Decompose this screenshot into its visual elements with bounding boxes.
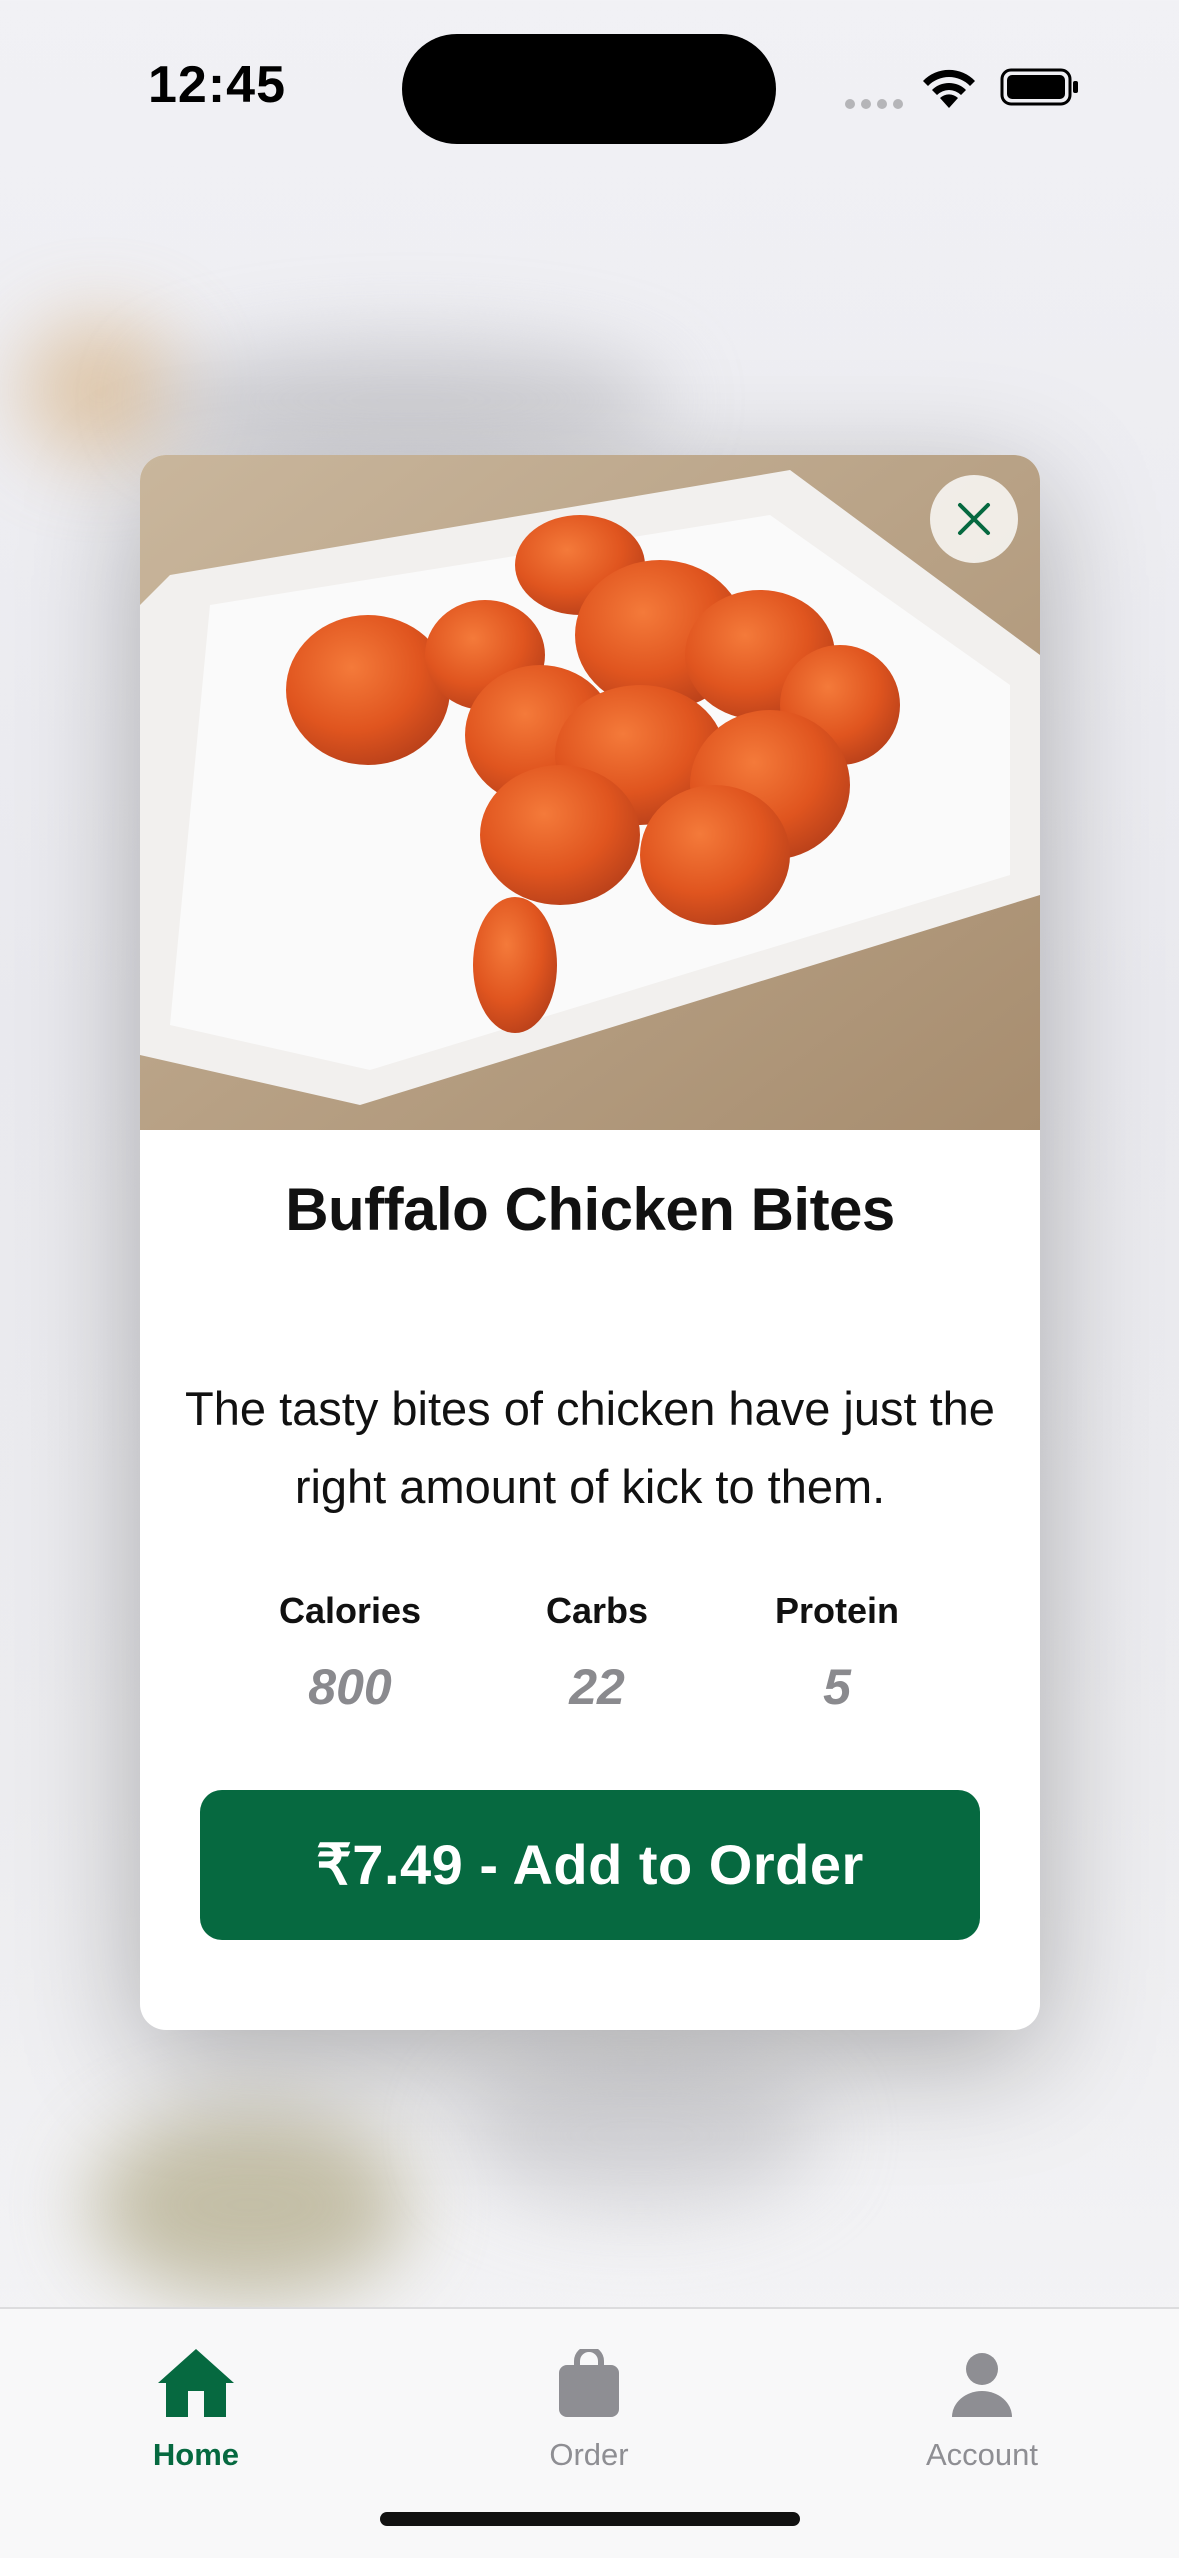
item-detail-modal: Buffalo Chicken Bites The tasty bites of…: [140, 455, 1040, 2030]
nutrition-carbs: Carbs 22: [477, 1590, 717, 1716]
status-time: 12:45: [148, 56, 286, 114]
add-to-order-button[interactable]: ₹7.49 - Add to Order: [200, 1790, 980, 1940]
nutrition-label: Protein: [774, 1590, 899, 1631]
tab-account[interactable]: Account: [872, 2329, 1092, 2473]
dynamic-island: [402, 34, 776, 144]
nutrition-value: 5: [823, 1659, 851, 1715]
close-button[interactable]: [930, 475, 1018, 563]
battery-icon: [1000, 68, 1078, 106]
tab-order[interactable]: Order: [479, 2329, 699, 2473]
bag-icon: [559, 2349, 619, 2417]
nutrition-label: Carbs: [545, 1590, 649, 1631]
nutrition-value: 22: [569, 1659, 625, 1715]
nutrition-value: 800: [308, 1659, 392, 1715]
close-icon: [958, 503, 990, 535]
item-photo: [140, 455, 1040, 1130]
home-icon: [158, 2349, 234, 2417]
cellular-signal-icon: [845, 96, 909, 114]
background-blur: [90, 2110, 410, 2300]
nutrition-facts: Calories 800 Carbs 22 Protein 5: [140, 1590, 1040, 1740]
tab-label: Account: [925, 2437, 1038, 2472]
status-bar: 12:45: [0, 0, 1179, 170]
nutrition-protein: Protein 5: [717, 1590, 957, 1716]
tab-label: Order: [549, 2437, 629, 2472]
home-indicator: [380, 2512, 800, 2526]
tab-home[interactable]: Home: [86, 2329, 306, 2473]
background-blur: [460, 2060, 820, 2210]
item-description: The tasty bites of chicken have just the…: [185, 1382, 995, 1513]
background-blur: [150, 340, 670, 460]
tab-label: Home: [152, 2437, 240, 2472]
nutrition-label: Calories: [278, 1590, 422, 1631]
nutrition-calories: Calories 800: [230, 1590, 470, 1716]
item-title: Buffalo Chicken Bites: [285, 1176, 895, 1243]
person-icon: [952, 2353, 1012, 2417]
wifi-icon: [923, 69, 975, 108]
